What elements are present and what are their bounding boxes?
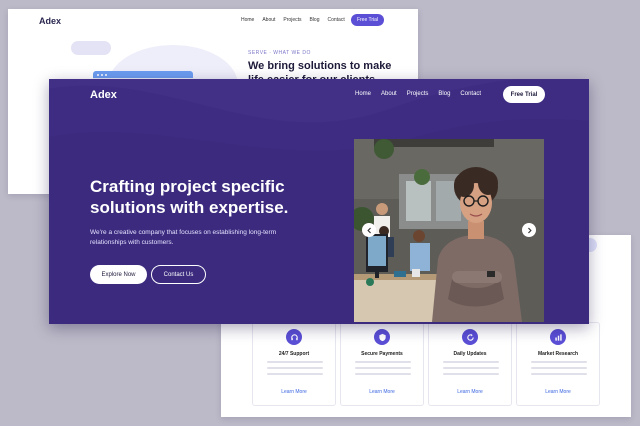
- nav-blog[interactable]: Blog: [438, 91, 450, 97]
- main-nav: Home About Projects Blog Contact: [355, 91, 481, 97]
- text-line: [531, 361, 587, 363]
- text-line: [267, 373, 323, 375]
- text-line: [355, 373, 411, 375]
- text-line: [443, 361, 499, 363]
- explore-now-button[interactable]: Explore Now: [90, 265, 147, 284]
- feature-title: 24/7 Support: [278, 351, 310, 357]
- nav-projects[interactable]: Projects: [407, 91, 429, 97]
- text-line: [531, 373, 587, 375]
- carousel-prev-button[interactable]: [362, 223, 376, 237]
- feature-title: Secure Payments: [361, 351, 403, 357]
- back-card-eyebrow: SERVE · WHAT WE DO: [248, 50, 311, 56]
- feature-card-support: 24/7 Support Learn More: [252, 322, 336, 406]
- text-line: [267, 361, 323, 363]
- learn-more-link[interactable]: Learn More: [341, 389, 423, 395]
- text-line: [267, 367, 323, 369]
- back-nav-blog[interactable]: Blog: [309, 17, 319, 23]
- learn-more-link[interactable]: Learn More: [253, 389, 335, 395]
- text-line: [355, 367, 411, 369]
- feature-card-research: Market Research Learn More: [516, 322, 600, 406]
- nav-contact[interactable]: Contact: [460, 91, 481, 97]
- feature-card-updates: Daily Updates Learn More: [428, 322, 512, 406]
- free-trial-button[interactable]: Free Trial: [503, 86, 545, 103]
- text-line: [531, 367, 587, 369]
- learn-more-link[interactable]: Learn More: [517, 389, 599, 395]
- office-photo-illustration: [354, 139, 544, 322]
- nav-home[interactable]: Home: [355, 91, 371, 97]
- back-nav-contact[interactable]: Contact: [328, 17, 345, 23]
- contact-us-button[interactable]: Contact Us: [151, 265, 206, 284]
- feature-title: Market Research: [537, 351, 579, 357]
- nav-about[interactable]: About: [381, 91, 397, 97]
- chevron-right-icon: [527, 227, 532, 233]
- chevron-left-icon: [366, 227, 371, 233]
- hero-section: Adex Home About Projects Blog Contact Fr…: [49, 79, 589, 324]
- back-nav-projects[interactable]: Projects: [283, 17, 301, 23]
- back-nav-home[interactable]: Home: [241, 17, 254, 23]
- hero-subtext: We're a creative company that focuses on…: [90, 229, 277, 246]
- feature-title: Daily Updates: [453, 351, 487, 357]
- carousel-next-button[interactable]: [522, 223, 536, 237]
- site-logo[interactable]: Adex: [90, 89, 117, 101]
- hero-headline: Crafting project specific solutions with…: [90, 177, 289, 217]
- back-card-logo[interactable]: Adex: [39, 16, 61, 26]
- support-icon: [286, 329, 302, 345]
- text-line: [355, 361, 411, 363]
- chart-icon: [550, 329, 566, 345]
- text-line: [443, 367, 499, 369]
- hero-photo: [354, 139, 544, 322]
- back-card-nav-links: Home About Projects Blog Contact: [241, 17, 345, 23]
- cloud-icon: [71, 41, 111, 55]
- back-nav-about[interactable]: About: [262, 17, 275, 23]
- back-card-navbar: Adex Home About Projects Blog Contact Fr…: [8, 9, 418, 33]
- feature-card-payments: Secure Payments Learn More: [340, 322, 424, 406]
- learn-more-link[interactable]: Learn More: [429, 389, 511, 395]
- shield-icon: [374, 329, 390, 345]
- refresh-icon: [462, 329, 478, 345]
- text-line: [443, 373, 499, 375]
- back-free-trial-button[interactable]: Free Trial: [351, 14, 384, 26]
